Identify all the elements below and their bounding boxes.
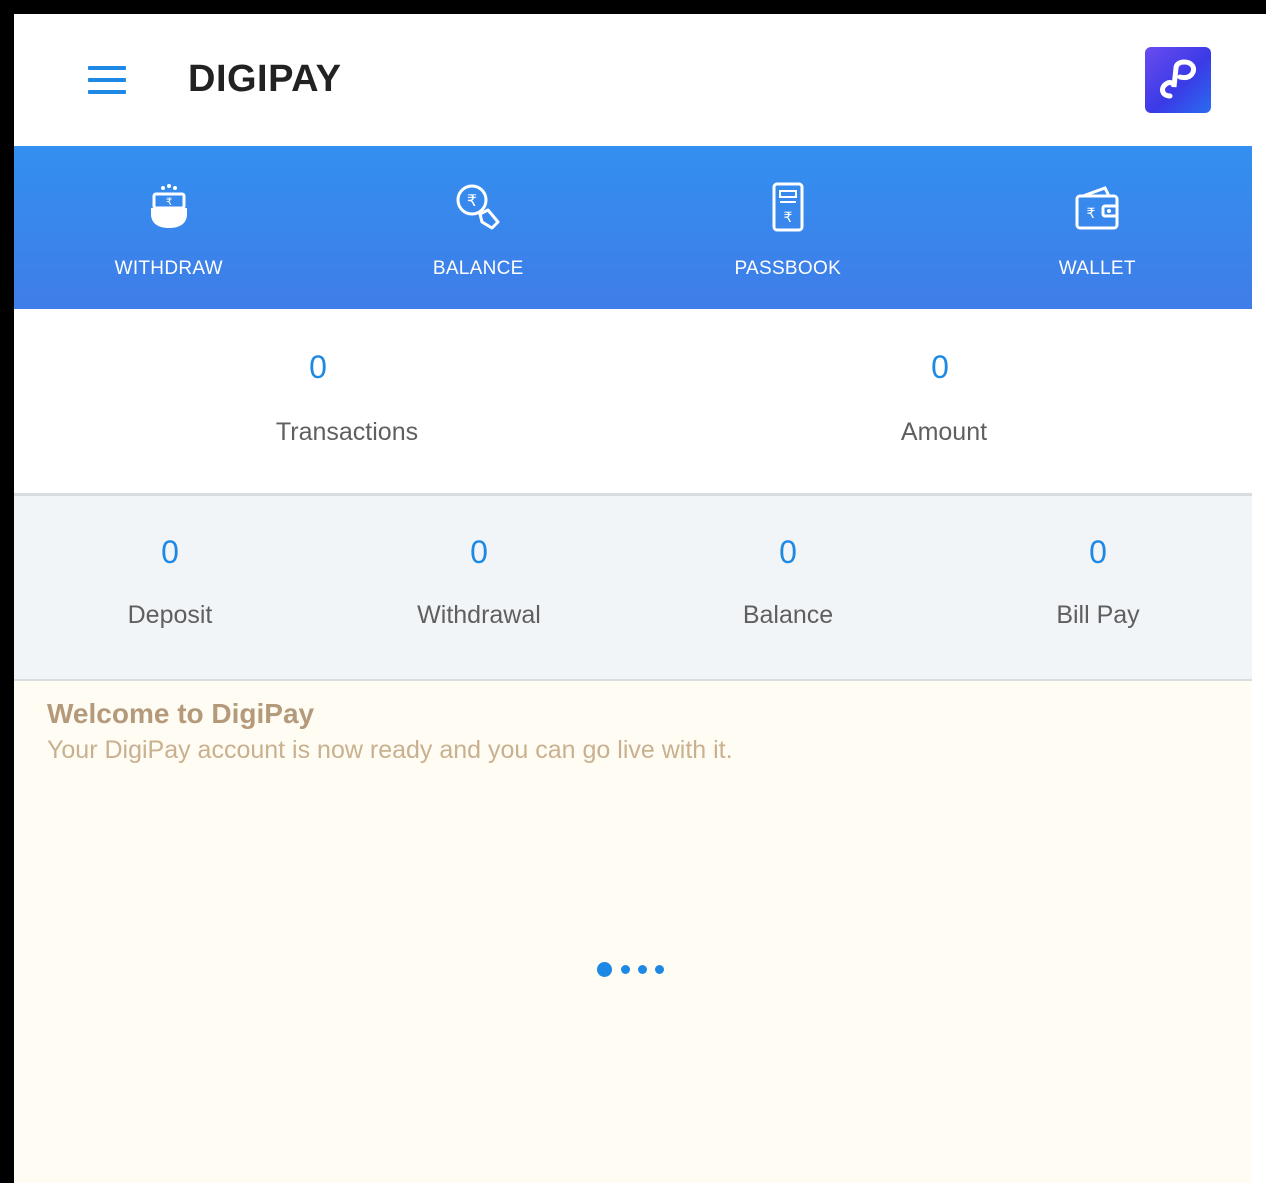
wallet-icon: ₹: [1075, 186, 1119, 230]
passbook-icon: ₹: [772, 182, 804, 232]
welcome-message: Your DigiPay account is now ready and yo…: [47, 736, 733, 764]
summary-stats: 0 Transactions 0 Amount: [14, 309, 1252, 496]
hamburger-menu-icon[interactable]: [88, 66, 126, 94]
bill-pay-stat: 0 Bill Pay: [998, 534, 1198, 630]
balance-action[interactable]: ₹ BALANCE: [324, 146, 634, 309]
svg-text:₹: ₹: [783, 210, 792, 226]
transactions-label: Transactions: [275, 418, 419, 446]
window-edge: [1252, 14, 1266, 1183]
passbook-action[interactable]: ₹ PASSBOOK: [633, 146, 943, 309]
welcome-title: Welcome to DigiPay: [47, 698, 315, 729]
withdrawal-value: 0: [470, 534, 488, 570]
wallet-label: WALLET: [1058, 258, 1136, 279]
app-header: DIGIPAY: [14, 14, 1252, 146]
deposit-value: 0: [161, 534, 179, 570]
passbook-label: PASSBOOK: [734, 258, 842, 279]
breakdown-stats: 0 Deposit 0 Withdrawal 0 Balance 0 Bill …: [14, 496, 1252, 681]
amount-value: 0: [931, 349, 949, 385]
withdrawal-stat: 0 Withdrawal: [379, 534, 579, 630]
svg-text:₹: ₹: [467, 191, 477, 210]
bill-pay-label: Bill Pay: [1056, 601, 1140, 629]
balance-label: Balance: [742, 601, 834, 629]
app-screen: DIGIPAY ₹ WITHDRAW ₹ BALANCE ₹ PASSBOOK …: [14, 14, 1252, 1183]
cash-withdraw-icon: ₹: [150, 184, 187, 228]
balance-label: BALANCE: [432, 258, 524, 279]
withdraw-action[interactable]: ₹ WITHDRAW: [14, 146, 324, 309]
balance-stat: 0 Balance: [688, 534, 888, 630]
transactions-stat: 0 Transactions: [222, 349, 472, 447]
bill-pay-value: 0: [1089, 534, 1107, 570]
rupee-balance-icon: ₹: [456, 184, 500, 230]
svg-text:₹: ₹: [166, 197, 172, 208]
digipay-logo-icon: [1145, 47, 1211, 113]
deposit-stat: 0 Deposit: [70, 534, 270, 630]
welcome-panel: Welcome to DigiPay Your DigiPay account …: [14, 681, 1252, 1183]
withdrawal-label: Withdrawal: [417, 601, 541, 629]
quick-actions-bar: ₹ WITHDRAW ₹ BALANCE ₹ PASSBOOK ₹ WALLET: [14, 146, 1252, 309]
app-title: DIGIPAY: [188, 58, 342, 100]
amount-label: Amount: [900, 418, 988, 446]
amount-stat: 0 Amount: [819, 349, 1069, 447]
deposit-label: Deposit: [127, 601, 213, 629]
svg-text:₹: ₹: [1087, 206, 1096, 222]
wallet-action[interactable]: ₹ WALLET: [943, 146, 1253, 309]
withdraw-label: WITHDRAW: [114, 258, 223, 279]
balance-value: 0: [779, 534, 797, 570]
transactions-count: 0: [309, 349, 327, 385]
